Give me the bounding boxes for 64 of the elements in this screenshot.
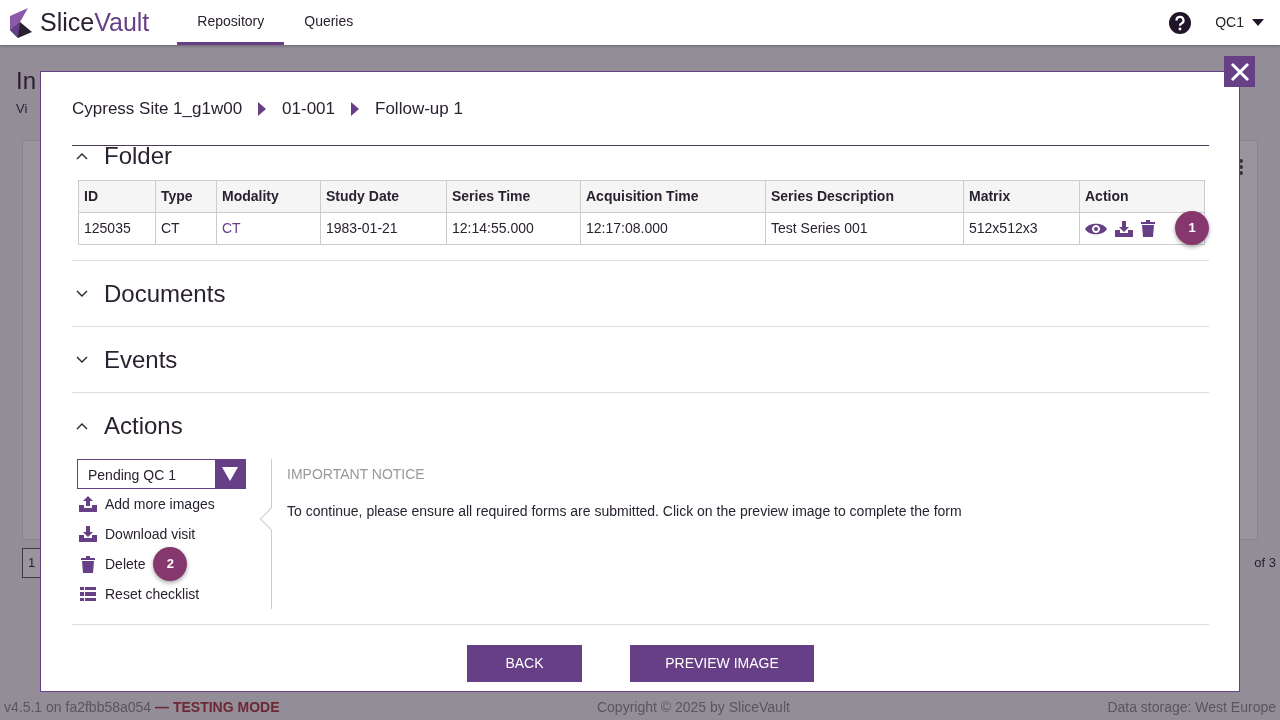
status-dropdown[interactable]: Pending QC 1 [77,459,246,489]
column-header: Action [1079,180,1205,213]
action-link[interactable]: Download visit [105,523,196,545]
chevron-icon [76,422,88,430]
action-link[interactable]: Add more images [105,493,215,515]
upload-icon [79,496,97,512]
column-header: Modality [216,180,321,213]
trash-icon[interactable] [1141,220,1155,237]
action-link[interactable]: Delete [105,553,146,575]
table-cell: Test Series 001 [765,212,964,245]
table-cell: CT [155,212,217,245]
table-cell: 512x512x3 [963,212,1080,245]
download-icon [79,526,97,542]
column-header: Series Time [446,180,581,213]
list-icon [80,587,96,601]
action-button[interactable]: BACK [467,645,582,682]
copyright-text: Copyright © 2025 by SliceVault [596,698,790,717]
version-text: v4.5.1 on fa2fbb58a054 [4,699,152,715]
section-header[interactable]: Folder [72,144,173,168]
nav-tab[interactable]: Queries [284,0,374,45]
close-button[interactable] [1224,56,1255,87]
section-header[interactable]: Documents [72,281,226,306]
dropdown-arrow-icon [222,467,238,481]
page-subtitle: Vi [16,100,28,118]
page-count: of 3 [1254,554,1276,572]
action-link[interactable]: Reset checklist [105,583,200,605]
column-header: Study Date [320,180,447,213]
download-icon[interactable] [1115,220,1133,237]
help-icon[interactable] [1169,11,1192,34]
nav-tab[interactable]: Repository [177,0,285,45]
trash-icon [81,555,95,573]
page-title: In [16,69,36,93]
section-header[interactable]: Events [72,347,178,372]
close-icon [1229,61,1250,82]
column-header: Acquisition Time [580,180,766,213]
breadcrumb-link[interactable]: 01-001 [282,95,336,122]
table-cell: 125035 [78,212,156,245]
triangle-icon [258,101,267,116]
chevron-icon [76,355,88,364]
table-cell: 1983-01-21 [320,212,447,245]
action-button[interactable]: PREVIEW IMAGE [630,645,814,682]
table-cell: 12:14:55.000 [446,212,581,245]
notice-heading: IMPORTANT NOTICE [287,465,426,484]
step-marker: 1 [1175,211,1209,245]
chevron-icon [76,289,88,298]
caret-icon [1252,19,1264,26]
table-link[interactable]: CT [222,220,241,236]
breadcrumb-link[interactable]: Cypress Site 1_g1w00 [72,95,243,122]
column-header: ID [78,180,156,213]
breadcrumb-link[interactable]: Follow-up 1 [375,95,463,122]
table-cell: 12:17:08.000 [580,212,766,245]
eye-icon[interactable] [1085,221,1107,236]
step-marker: 2 [153,547,188,581]
column-header: Series Description [765,180,964,213]
user-menu[interactable]: QC1 [1215,12,1264,33]
brand-logo[interactable]: SliceVault [40,10,150,35]
section-header[interactable]: Actions [72,414,183,438]
column-header: Matrix [963,180,1080,213]
notice-text: To continue, please ensure all required forms are submitted. Click on the preview image to complete the form [287,502,963,521]
triangle-icon [351,101,360,116]
storage-text: Data storage: West Europe [1107,698,1276,717]
column-header: Type [155,180,217,213]
mode-label: — TESTING MODE [155,699,280,715]
chevron-icon [76,152,88,160]
